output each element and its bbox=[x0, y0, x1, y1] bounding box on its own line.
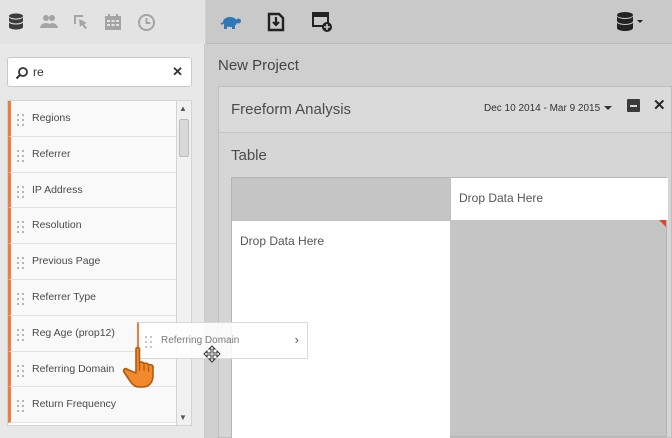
freeform-table: Drop Data Here Drop Data Here bbox=[231, 177, 668, 438]
visualization-title[interactable]: Table bbox=[231, 147, 267, 164]
component-list-item-label: Referring Domain bbox=[32, 362, 115, 375]
scroll-up-icon[interactable]: ▲ bbox=[179, 104, 187, 113]
search-icon bbox=[15, 66, 29, 80]
panel-title[interactable]: Freeform Analysis bbox=[231, 101, 351, 118]
drop-zone-columns-label: Drop Data Here bbox=[459, 191, 544, 205]
drop-zone-columns[interactable]: Drop Data Here bbox=[450, 178, 668, 220]
components-sidebar: re ✕ Regions Referrer IP Address Resolution… bbox=[0, 0, 205, 438]
turtle-icon[interactable] bbox=[219, 10, 243, 34]
component-list-item-label: Previous Page bbox=[32, 255, 101, 268]
component-list-item-label: Referrer Type bbox=[32, 290, 96, 303]
component-list-scrollbar[interactable]: ▲ ▼ bbox=[177, 100, 192, 426]
drag-grip-icon[interactable] bbox=[17, 328, 25, 341]
drag-grip-icon[interactable] bbox=[17, 256, 25, 270]
minimize-panel-icon[interactable] bbox=[627, 99, 640, 112]
search-query: re bbox=[33, 65, 44, 79]
drag-grip-icon[interactable] bbox=[17, 185, 25, 198]
dragged-component-label: Referring Domain bbox=[161, 335, 240, 346]
component-list-item-label: Reg Age (prop12) bbox=[32, 326, 115, 339]
sidebar-toolbar bbox=[0, 0, 205, 44]
component-list-item[interactable]: IP Address bbox=[8, 172, 176, 209]
component-list-item-label: IP Address bbox=[32, 183, 83, 196]
scroll-down-icon[interactable]: ▼ bbox=[179, 413, 187, 422]
hand-cursor-icon bbox=[122, 345, 160, 391]
drag-grip-icon[interactable] bbox=[17, 292, 25, 305]
freeform-panel: Freeform Analysis Dec 10 2014 - Mar 9 20… bbox=[218, 86, 672, 438]
scroll-thumb[interactable] bbox=[179, 119, 189, 157]
component-list-item-label: Regions bbox=[32, 112, 71, 124]
date-range-picker[interactable]: Dec 10 2014 - Mar 9 2015 bbox=[484, 103, 613, 114]
drag-grip-icon[interactable] bbox=[17, 113, 25, 126]
clear-search-icon[interactable]: ✕ bbox=[172, 64, 183, 80]
date-range-label: Dec 10 2014 - Mar 9 2015 bbox=[484, 103, 601, 114]
cell-marker-icon bbox=[659, 220, 666, 227]
pointer-icon[interactable] bbox=[70, 11, 92, 33]
component-list-item[interactable]: Resolution bbox=[8, 208, 176, 245]
clock-icon[interactable] bbox=[135, 11, 157, 33]
component-list-item-label: Resolution bbox=[32, 219, 82, 232]
database-icon[interactable] bbox=[5, 11, 27, 33]
component-list-item-label: Return Frequency bbox=[32, 398, 117, 411]
component-list-item[interactable]: Return Frequency bbox=[8, 387, 176, 424]
main-toolbar bbox=[206, 0, 672, 44]
data-source-icon[interactable] bbox=[614, 10, 646, 34]
drag-grip-icon[interactable] bbox=[17, 149, 25, 162]
component-list-item[interactable]: Referrer Type bbox=[8, 279, 176, 316]
drop-zone-rows-label: Drop Data Here bbox=[240, 234, 325, 248]
chevron-right-icon: › bbox=[294, 332, 299, 347]
move-cursor-icon bbox=[203, 345, 221, 363]
add-panel-icon[interactable] bbox=[310, 10, 334, 34]
dragged-component[interactable]: Referring Domain › bbox=[137, 322, 308, 359]
panel-header: Freeform Analysis Dec 10 2014 - Mar 9 20… bbox=[219, 87, 671, 133]
drag-grip-icon[interactable] bbox=[17, 220, 25, 234]
users-icon[interactable] bbox=[38, 11, 60, 33]
close-panel-icon[interactable]: ✕ bbox=[653, 96, 666, 114]
drag-grip-icon[interactable] bbox=[17, 364, 25, 377]
drag-grip-icon[interactable] bbox=[17, 399, 25, 413]
component-list-item[interactable]: Previous Page bbox=[8, 244, 176, 280]
component-list-item-label: Referrer bbox=[32, 147, 71, 160]
save-icon[interactable] bbox=[264, 10, 288, 34]
component-list-item[interactable]: Referrer bbox=[8, 136, 176, 173]
calendar-icon[interactable] bbox=[102, 11, 124, 33]
component-list-item[interactable]: Regions bbox=[8, 101, 176, 137]
component-search-input[interactable]: re ✕ bbox=[7, 57, 192, 87]
caret-down-icon bbox=[604, 106, 613, 111]
project-title[interactable]: New Project bbox=[218, 57, 299, 74]
